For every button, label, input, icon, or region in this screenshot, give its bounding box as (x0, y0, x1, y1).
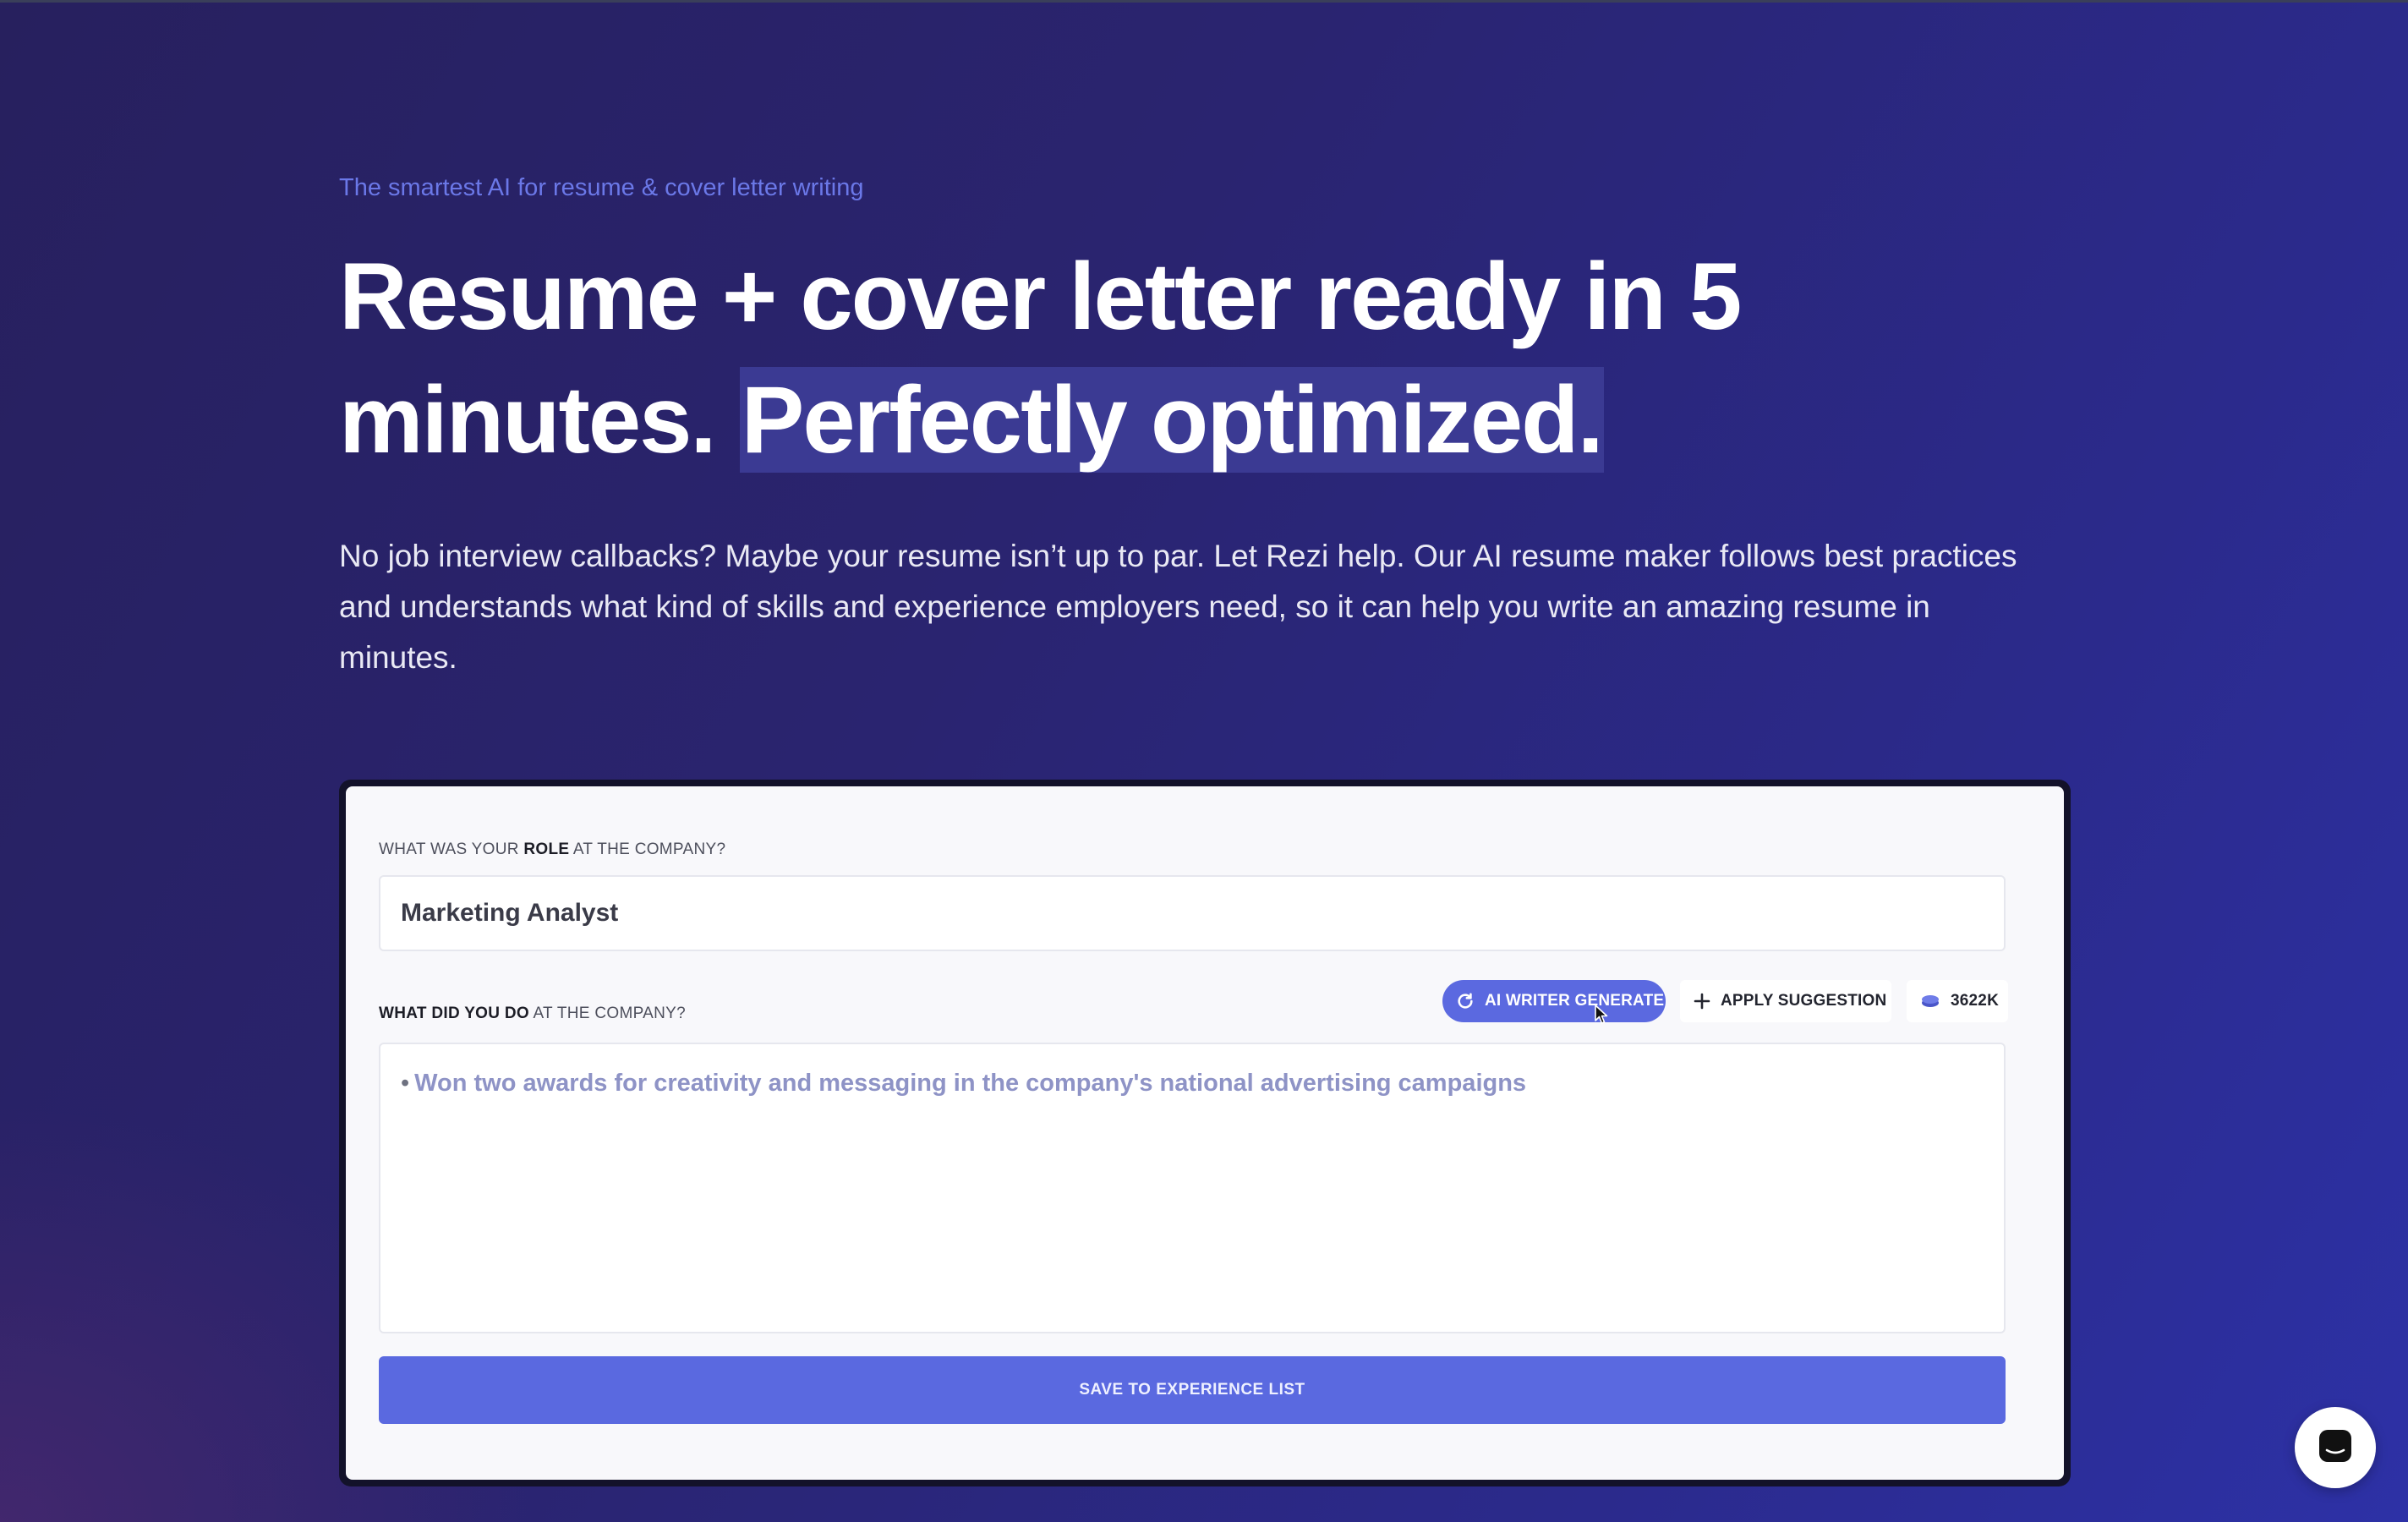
credits-value: 3622K (1951, 992, 1999, 1010)
credits-badge: 3622K (1907, 980, 2008, 1022)
apply-suggestion-button[interactable]: APPLY SUGGESTION (1680, 980, 1891, 1022)
role-field-label: What was your Role at the company? (379, 840, 725, 859)
chat-launcher-button[interactable] (2295, 1407, 2376, 1488)
role-label-prefix: What was your (379, 840, 524, 858)
duties-textarea[interactable]: • Won two awards for creativity and messa… (379, 1043, 2006, 1333)
save-to-experience-list-button[interactable]: SAVE TO EXPERIENCE LIST (379, 1356, 2006, 1424)
duties-label-bold: What did you do (379, 1005, 529, 1022)
role-label-suffix: at the company? (569, 840, 726, 858)
hero-tagline: The smartest AI for resume & cover lette… (339, 174, 864, 201)
coin-stack-icon (1920, 994, 1940, 1009)
demo-card-frame: What was your Role at the company? Marke… (339, 780, 2071, 1486)
duties-label-suffix: at the company? (528, 1005, 686, 1022)
chat-icon (2317, 1427, 2354, 1469)
mouse-cursor-icon (1594, 1004, 1609, 1030)
headline-highlight: Perfectly optimized. (739, 367, 1604, 473)
plus-icon (1694, 993, 1710, 1010)
ai-writer-generate-label: AI WRITER GENERATE (1485, 992, 1665, 1010)
experience-form: What was your Role at the company? Marke… (346, 786, 2064, 1480)
hero-section: The smartest AI for resume & cover lette… (339, 166, 2072, 683)
apply-suggestion-label: APPLY SUGGESTION (1721, 992, 1887, 1010)
bullet-marker: • (401, 1070, 410, 1097)
hero-headline: Resume + cover letter ready in 5 minutes… (339, 235, 2072, 482)
refresh-icon (1456, 992, 1475, 1010)
role-label-bold: Role (523, 840, 570, 858)
ai-writer-generate-button[interactable]: AI WRITER GENERATE (1442, 980, 1666, 1022)
hero-subtext: No job interview callbacks? Maybe your r… (339, 539, 2017, 675)
duties-field-label: What did you do at the company? (379, 1005, 686, 1023)
role-input[interactable]: Marketing Analyst (379, 875, 2006, 951)
top-border (0, 0, 2408, 3)
suggestion-bullet-text: Won two awards for creativity and messag… (414, 1070, 1527, 1097)
